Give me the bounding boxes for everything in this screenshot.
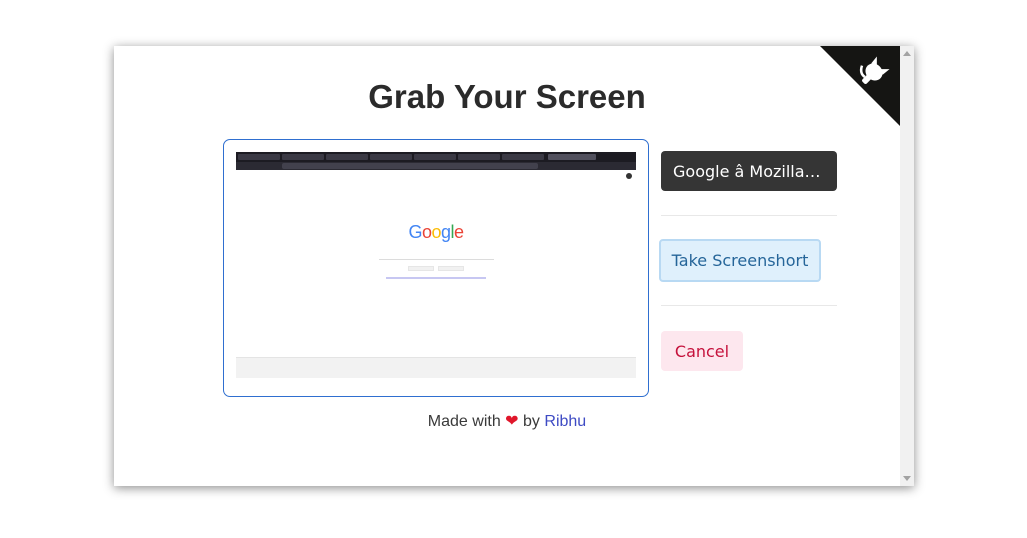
preview-search-button — [408, 266, 434, 271]
scrollbar[interactable] — [900, 46, 914, 486]
divider — [661, 305, 837, 306]
credits-line: Made with ❤ by Ribhu — [114, 411, 900, 431]
preview-toolbar — [236, 162, 636, 170]
heart-icon: ❤ — [505, 411, 519, 430]
credits-middle: by — [523, 413, 540, 430]
author-link[interactable]: Ribhu — [544, 413, 586, 430]
preview-tab-strip — [236, 152, 636, 162]
divider — [661, 215, 837, 216]
cancel-button[interactable]: Cancel — [661, 331, 743, 371]
source-select-button[interactable]: Google â Mozilla F... — [661, 151, 837, 191]
credits-prefix: Made with — [427, 413, 501, 430]
preview-footer — [236, 357, 636, 378]
preview-search-box — [379, 255, 494, 260]
screen-grab-dialog: Grab Your Screen Google Google â Mozilla… — [114, 46, 914, 486]
preview-avatar — [626, 173, 632, 179]
page-title: Grab Your Screen — [368, 78, 646, 115]
preview-lucky-button — [438, 266, 464, 271]
preview-google-logo: Google — [408, 222, 464, 242]
preview-browser-image: Google — [236, 152, 636, 378]
scroll-up-icon[interactable] — [903, 51, 911, 56]
scroll-down-icon[interactable] — [903, 476, 911, 481]
screenshot-preview: Google — [223, 139, 649, 397]
take-screenshot-button[interactable]: Take Screenshort — [659, 239, 821, 282]
preview-language-links — [386, 277, 486, 279]
